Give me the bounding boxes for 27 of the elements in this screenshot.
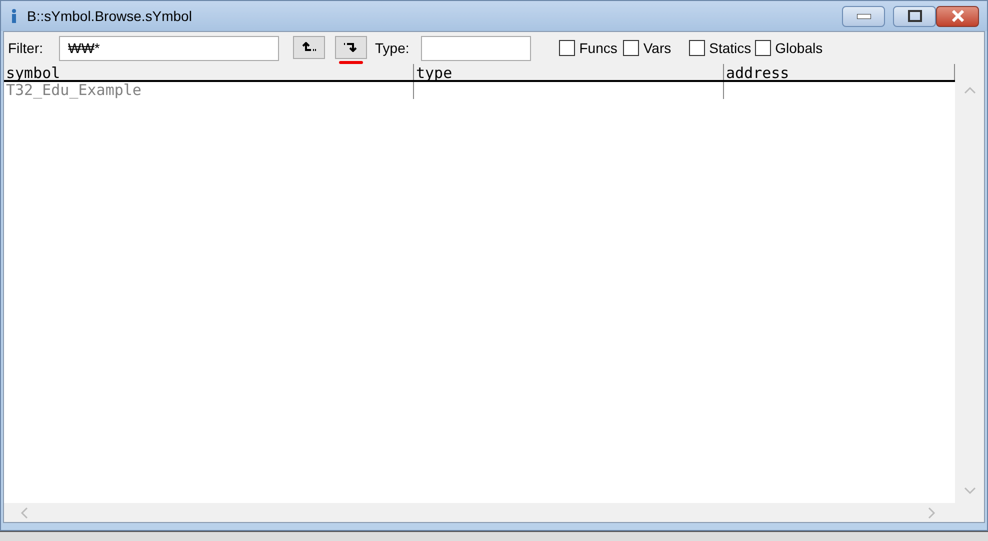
sort-button[interactable] bbox=[293, 36, 325, 58]
checkbox[interactable] bbox=[689, 40, 706, 56]
type-label: Type: bbox=[375, 38, 410, 58]
arrow-down-icon bbox=[344, 42, 358, 52]
filter-label: Filter: bbox=[8, 38, 43, 58]
info-icon bbox=[9, 8, 19, 24]
column-header[interactable]: type bbox=[414, 64, 724, 80]
column-header[interactable]: symbol bbox=[4, 64, 414, 80]
checkbox[interactable] bbox=[755, 40, 772, 56]
checkbox-label: Statics bbox=[709, 38, 752, 58]
checkbox-label: Funcs bbox=[579, 38, 618, 58]
checkbox-label: Vars bbox=[643, 38, 672, 58]
minimize-button[interactable] bbox=[842, 6, 885, 26]
arrow-up-icon bbox=[302, 42, 316, 52]
minimize-icon bbox=[856, 14, 870, 18]
window-title: B::sYmbol.Browse.sYmbol bbox=[27, 6, 192, 26]
checkbox[interactable] bbox=[623, 40, 640, 56]
maximize-icon bbox=[908, 10, 922, 22]
sort-button[interactable] bbox=[335, 36, 367, 58]
close-button[interactable] bbox=[936, 6, 979, 26]
close-icon bbox=[950, 10, 964, 22]
checkbox[interactable] bbox=[559, 40, 576, 56]
table-cell: T32_Edu_Example bbox=[6, 81, 142, 99]
checkbox-label: Globals bbox=[775, 38, 823, 58]
type-field[interactable] bbox=[421, 36, 532, 60]
filter-field[interactable]: ₩₩* bbox=[59, 36, 279, 60]
maximize-button[interactable] bbox=[893, 6, 936, 26]
